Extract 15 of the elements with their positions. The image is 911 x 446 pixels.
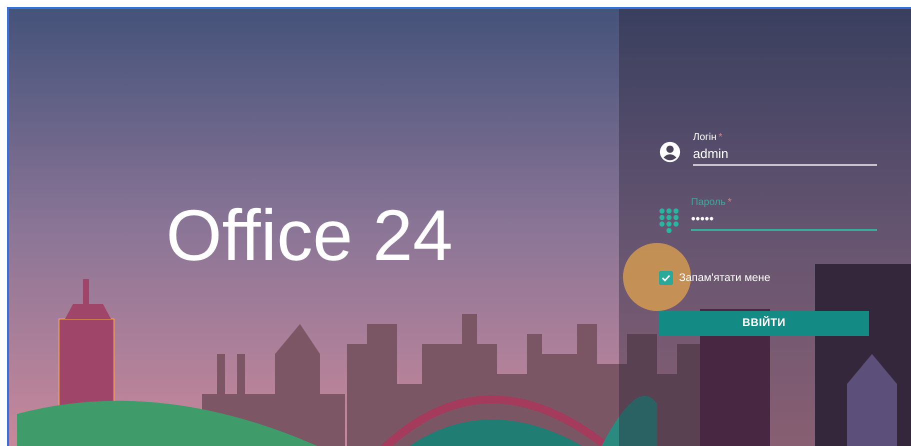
remember-label: Запам'ятати мене [679,271,770,286]
remember-checkbox[interactable] [659,271,673,286]
text-field[interactable]: Логін * admin [693,131,877,166]
required-mark: * [718,131,722,145]
field-value: ••••• [691,210,715,228]
app-title: Office 24 [166,195,453,278]
field-value: admin [693,145,730,163]
required-mark: * [728,196,732,210]
checkmark-icon [661,273,671,284]
keypad-icon [659,208,679,234]
text-field[interactable]: Пароль * ••••• [691,196,877,231]
field-label: Пароль [691,196,726,210]
login-button[interactable]: ВВІЙТИ [659,310,869,336]
field-label: Логін [693,131,717,145]
user-avatar-icon [659,141,681,163]
